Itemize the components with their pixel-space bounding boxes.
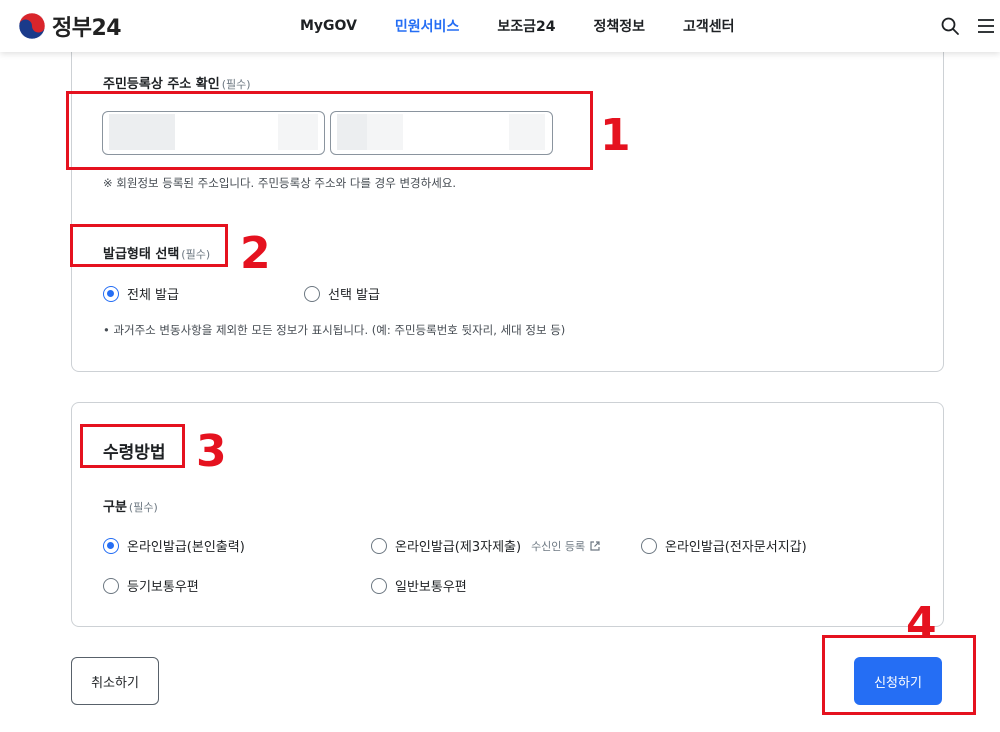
address-label: 주민등록상 주소 확인 (필수) — [103, 77, 251, 92]
taegeuk-logo-icon — [18, 12, 46, 40]
annotation-box-2 — [70, 224, 228, 267]
cancel-button[interactable]: 취소하기 — [71, 657, 159, 705]
radio-button[interactable] — [371, 537, 387, 554]
annotation-number-1: 1 — [600, 110, 631, 161]
nav-subsidy[interactable]: 보조금24 — [497, 16, 555, 36]
external-link-icon — [590, 540, 600, 551]
top-header: 정부24 MyGOV 민원서비스 보조금24 정책정보 고객센터 — [0, 0, 1000, 52]
address-note: ※ 회원정보 등록된 주소입니다. 주민등록상 주소와 다를 경우 변경하세요. — [103, 176, 457, 190]
radio-regular-mail[interactable]: 일반보통우편 — [371, 576, 467, 595]
annotation-box-3 — [80, 424, 185, 468]
radio-full-issue[interactable]: 전체 발급 — [103, 284, 179, 303]
radio-online-e-wallet[interactable]: 온라인발급(전자문서지갑) — [641, 536, 807, 555]
receive-category-label: 구분 (필수) — [103, 500, 158, 515]
nav-customer-center[interactable]: 고객센터 — [683, 16, 735, 36]
logo[interactable]: 정부24 — [18, 10, 122, 42]
annotation-number-2: 2 — [240, 228, 271, 279]
hamburger-menu-icon[interactable] — [976, 16, 996, 36]
search-icon[interactable] — [940, 16, 960, 36]
issue-type-note: • 과거주소 변동사항을 제외한 모든 정보가 표시됩니다. (예: 주민등록번… — [103, 323, 566, 337]
radio-button[interactable] — [304, 285, 320, 302]
annotation-box-1 — [66, 91, 593, 170]
radio-online-third-party[interactable]: 온라인발급(제3자제출) 수신인 등록 — [371, 536, 601, 555]
radio-partial-issue[interactable]: 선택 발급 — [304, 284, 380, 303]
main-nav: MyGOV 민원서비스 보조금24 정책정보 고객센터 — [300, 0, 773, 52]
annotation-number-3: 3 — [196, 426, 227, 477]
radio-button[interactable] — [103, 285, 119, 302]
nav-policy[interactable]: 정책정보 — [593, 16, 645, 36]
radio-button[interactable] — [371, 577, 387, 594]
radio-button[interactable] — [103, 577, 119, 594]
radio-online-self-print[interactable]: 온라인발급(본인출력) — [103, 536, 245, 555]
nav-civil-service[interactable]: 민원서비스 — [395, 16, 459, 36]
logo-text: 정부24 — [52, 16, 122, 41]
radio-registered-mail[interactable]: 등기보통우편 — [103, 576, 199, 595]
annotation-box-4 — [822, 635, 976, 715]
annotation-number-4: 4 — [906, 598, 937, 649]
recipient-register-link[interactable]: 수신인 등록 — [531, 538, 601, 554]
nav-mygov[interactable]: MyGOV — [300, 18, 357, 34]
radio-button[interactable] — [103, 537, 119, 554]
radio-button[interactable] — [641, 537, 657, 554]
